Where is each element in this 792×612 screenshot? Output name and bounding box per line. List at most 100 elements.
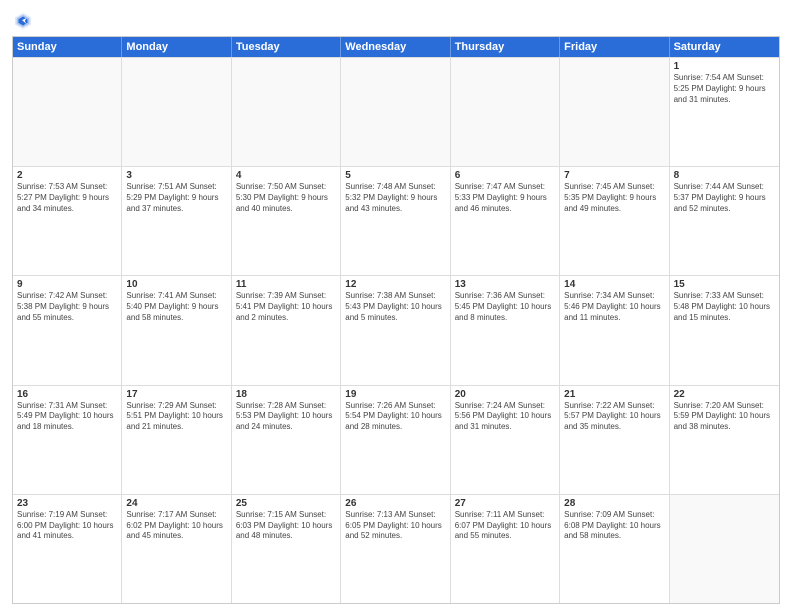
calendar-cell: 4Sunrise: 7:50 AM Sunset: 5:30 PM Daylig… [232,167,341,275]
day-info: Sunrise: 7:51 AM Sunset: 5:29 PM Dayligh… [126,182,226,214]
calendar-cell [341,58,450,166]
calendar-cell [451,58,560,166]
day-info: Sunrise: 7:26 AM Sunset: 5:54 PM Dayligh… [345,401,445,433]
day-number: 23 [17,498,117,509]
day-info: Sunrise: 7:24 AM Sunset: 5:56 PM Dayligh… [455,401,555,433]
calendar-cell: 24Sunrise: 7:17 AM Sunset: 6:02 PM Dayli… [122,495,231,603]
calendar-cell: 21Sunrise: 7:22 AM Sunset: 5:57 PM Dayli… [560,386,669,494]
day-number: 10 [126,279,226,290]
calendar-body: 1Sunrise: 7:54 AM Sunset: 5:25 PM Daylig… [13,57,779,603]
header-day-tuesday: Tuesday [232,37,341,57]
header-day-monday: Monday [122,37,231,57]
day-number: 12 [345,279,445,290]
day-info: Sunrise: 7:42 AM Sunset: 5:38 PM Dayligh… [17,291,117,323]
day-info: Sunrise: 7:44 AM Sunset: 5:37 PM Dayligh… [674,182,775,214]
day-info: Sunrise: 7:09 AM Sunset: 6:08 PM Dayligh… [564,510,664,542]
header-day-sunday: Sunday [13,37,122,57]
logo-icon [14,12,32,30]
day-number: 9 [17,279,117,290]
day-info: Sunrise: 7:22 AM Sunset: 5:57 PM Dayligh… [564,401,664,433]
day-info: Sunrise: 7:31 AM Sunset: 5:49 PM Dayligh… [17,401,117,433]
day-info: Sunrise: 7:50 AM Sunset: 5:30 PM Dayligh… [236,182,336,214]
calendar-cell: 11Sunrise: 7:39 AM Sunset: 5:41 PM Dayli… [232,276,341,384]
calendar-row-5: 23Sunrise: 7:19 AM Sunset: 6:00 PM Dayli… [13,494,779,603]
header-day-friday: Friday [560,37,669,57]
day-info: Sunrise: 7:53 AM Sunset: 5:27 PM Dayligh… [17,182,117,214]
calendar-cell [13,58,122,166]
calendar-row-4: 16Sunrise: 7:31 AM Sunset: 5:49 PM Dayli… [13,385,779,494]
day-info: Sunrise: 7:19 AM Sunset: 6:00 PM Dayligh… [17,510,117,542]
day-info: Sunrise: 7:47 AM Sunset: 5:33 PM Dayligh… [455,182,555,214]
calendar-cell: 28Sunrise: 7:09 AM Sunset: 6:08 PM Dayli… [560,495,669,603]
day-number: 20 [455,389,555,400]
day-info: Sunrise: 7:48 AM Sunset: 5:32 PM Dayligh… [345,182,445,214]
calendar-cell: 25Sunrise: 7:15 AM Sunset: 6:03 PM Dayli… [232,495,341,603]
day-info: Sunrise: 7:17 AM Sunset: 6:02 PM Dayligh… [126,510,226,542]
day-number: 22 [674,389,775,400]
calendar-cell: 6Sunrise: 7:47 AM Sunset: 5:33 PM Daylig… [451,167,560,275]
day-number: 2 [17,170,117,181]
calendar-cell: 16Sunrise: 7:31 AM Sunset: 5:49 PM Dayli… [13,386,122,494]
day-number: 17 [126,389,226,400]
day-number: 8 [674,170,775,181]
calendar-cell: 26Sunrise: 7:13 AM Sunset: 6:05 PM Dayli… [341,495,450,603]
calendar-cell: 15Sunrise: 7:33 AM Sunset: 5:48 PM Dayli… [670,276,779,384]
calendar-cell: 27Sunrise: 7:11 AM Sunset: 6:07 PM Dayli… [451,495,560,603]
day-number: 7 [564,170,664,181]
day-info: Sunrise: 7:13 AM Sunset: 6:05 PM Dayligh… [345,510,445,542]
day-info: Sunrise: 7:28 AM Sunset: 5:53 PM Dayligh… [236,401,336,433]
calendar-cell: 12Sunrise: 7:38 AM Sunset: 5:43 PM Dayli… [341,276,450,384]
day-info: Sunrise: 7:20 AM Sunset: 5:59 PM Dayligh… [674,401,775,433]
day-number: 1 [674,61,775,72]
calendar-cell: 8Sunrise: 7:44 AM Sunset: 5:37 PM Daylig… [670,167,779,275]
day-info: Sunrise: 7:38 AM Sunset: 5:43 PM Dayligh… [345,291,445,323]
calendar-cell: 9Sunrise: 7:42 AM Sunset: 5:38 PM Daylig… [13,276,122,384]
day-number: 19 [345,389,445,400]
calendar-cell: 13Sunrise: 7:36 AM Sunset: 5:45 PM Dayli… [451,276,560,384]
header [12,10,780,30]
calendar-cell: 2Sunrise: 7:53 AM Sunset: 5:27 PM Daylig… [13,167,122,275]
calendar-cell: 1Sunrise: 7:54 AM Sunset: 5:25 PM Daylig… [670,58,779,166]
day-number: 3 [126,170,226,181]
day-number: 15 [674,279,775,290]
calendar-row-3: 9Sunrise: 7:42 AM Sunset: 5:38 PM Daylig… [13,275,779,384]
calendar-cell [122,58,231,166]
day-number: 4 [236,170,336,181]
calendar-cell: 5Sunrise: 7:48 AM Sunset: 5:32 PM Daylig… [341,167,450,275]
day-number: 26 [345,498,445,509]
page: SundayMondayTuesdayWednesdayThursdayFrid… [0,0,792,612]
day-number: 11 [236,279,336,290]
calendar-cell: 14Sunrise: 7:34 AM Sunset: 5:46 PM Dayli… [560,276,669,384]
header-day-saturday: Saturday [670,37,779,57]
day-number: 28 [564,498,664,509]
day-number: 6 [455,170,555,181]
day-info: Sunrise: 7:11 AM Sunset: 6:07 PM Dayligh… [455,510,555,542]
calendar-row-2: 2Sunrise: 7:53 AM Sunset: 5:27 PM Daylig… [13,166,779,275]
calendar-cell: 23Sunrise: 7:19 AM Sunset: 6:00 PM Dayli… [13,495,122,603]
calendar-cell: 17Sunrise: 7:29 AM Sunset: 5:51 PM Dayli… [122,386,231,494]
calendar: SundayMondayTuesdayWednesdayThursdayFrid… [12,36,780,604]
calendar-cell: 18Sunrise: 7:28 AM Sunset: 5:53 PM Dayli… [232,386,341,494]
day-info: Sunrise: 7:54 AM Sunset: 5:25 PM Dayligh… [674,73,775,105]
day-info: Sunrise: 7:15 AM Sunset: 6:03 PM Dayligh… [236,510,336,542]
calendar-cell: 7Sunrise: 7:45 AM Sunset: 5:35 PM Daylig… [560,167,669,275]
calendar-cell [232,58,341,166]
day-number: 25 [236,498,336,509]
day-info: Sunrise: 7:36 AM Sunset: 5:45 PM Dayligh… [455,291,555,323]
day-number: 27 [455,498,555,509]
day-info: Sunrise: 7:34 AM Sunset: 5:46 PM Dayligh… [564,291,664,323]
day-number: 5 [345,170,445,181]
calendar-cell: 19Sunrise: 7:26 AM Sunset: 5:54 PM Dayli… [341,386,450,494]
calendar-cell [560,58,669,166]
calendar-cell [670,495,779,603]
calendar-cell: 22Sunrise: 7:20 AM Sunset: 5:59 PM Dayli… [670,386,779,494]
day-number: 16 [17,389,117,400]
day-number: 13 [455,279,555,290]
day-info: Sunrise: 7:33 AM Sunset: 5:48 PM Dayligh… [674,291,775,323]
day-info: Sunrise: 7:39 AM Sunset: 5:41 PM Dayligh… [236,291,336,323]
calendar-row-1: 1Sunrise: 7:54 AM Sunset: 5:25 PM Daylig… [13,57,779,166]
day-number: 18 [236,389,336,400]
header-day-wednesday: Wednesday [341,37,450,57]
calendar-cell: 20Sunrise: 7:24 AM Sunset: 5:56 PM Dayli… [451,386,560,494]
day-info: Sunrise: 7:45 AM Sunset: 5:35 PM Dayligh… [564,182,664,214]
